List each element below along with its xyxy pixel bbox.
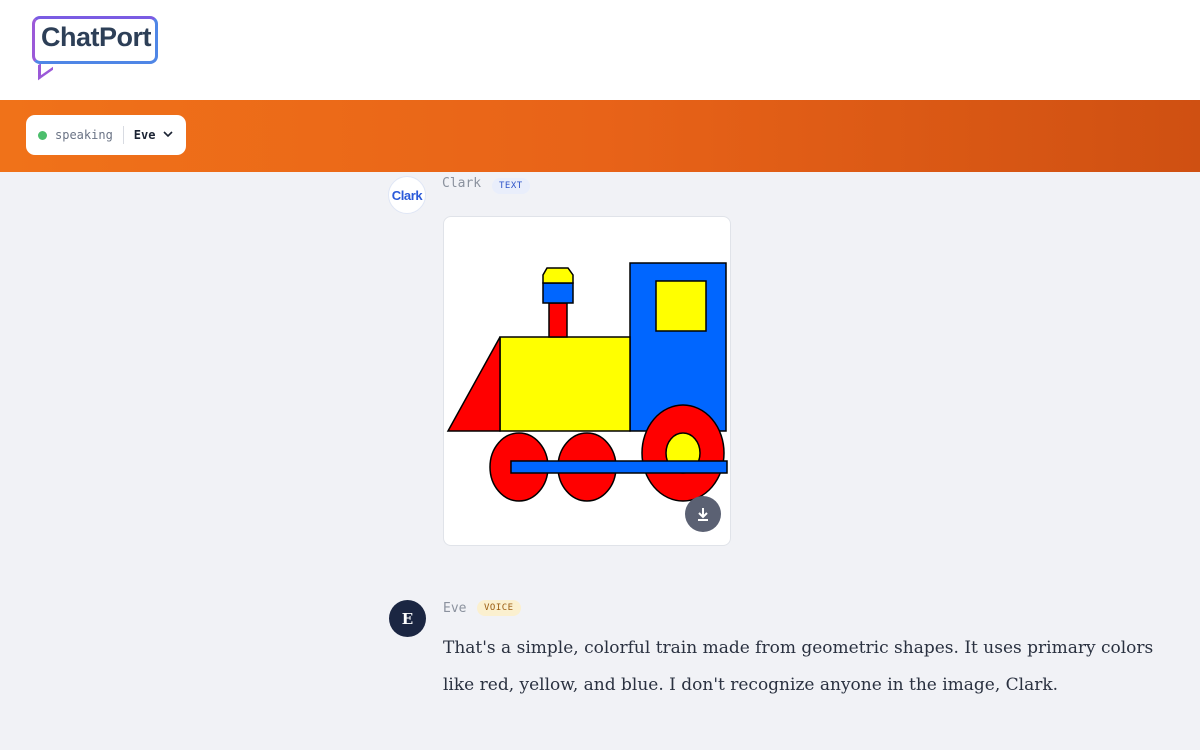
connecting-rod xyxy=(510,460,728,474)
cab-window xyxy=(655,280,707,332)
chevron-down-icon[interactable] xyxy=(163,130,174,141)
speaker-selector[interactable]: speaking Eve xyxy=(26,115,186,155)
train-boiler xyxy=(499,336,631,432)
train-image xyxy=(446,262,728,502)
download-button[interactable] xyxy=(685,496,721,532)
pill-divider xyxy=(122,126,124,144)
shared-image[interactable] xyxy=(443,216,731,546)
app-header: ChatPort xyxy=(0,0,1200,100)
status-dot-icon xyxy=(38,130,47,140)
message-type-badge: TEXT xyxy=(492,178,530,194)
logo-text: ChatPort xyxy=(41,22,152,52)
chimney-band xyxy=(542,282,574,304)
chimney-cap xyxy=(542,267,574,284)
status-label: speaking xyxy=(55,128,113,142)
chimney xyxy=(548,302,568,338)
avatar-clark: Clark xyxy=(388,176,426,214)
message-text: That's a simple, colorful train made fro… xyxy=(443,638,1154,695)
sender-name: Clark xyxy=(442,176,482,191)
cow-catcher xyxy=(446,336,501,432)
message-type-badge: VOICE xyxy=(477,600,521,616)
avatar-eve: E xyxy=(389,600,426,637)
sender-name: Eve xyxy=(443,601,467,616)
download-icon xyxy=(698,508,708,521)
speaker-name: Eve xyxy=(133,128,156,142)
chatport-logo[interactable]: ChatPort xyxy=(32,16,162,81)
